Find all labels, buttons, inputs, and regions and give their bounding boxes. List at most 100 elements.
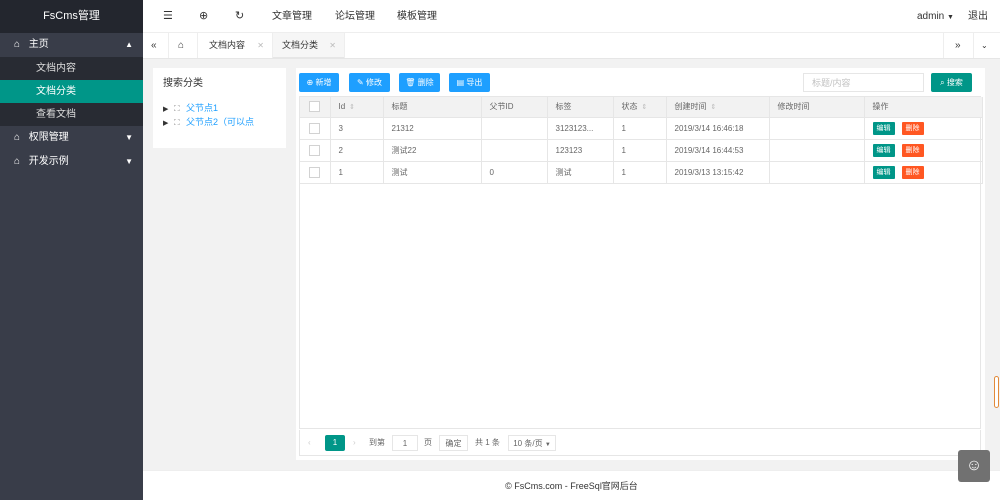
tab-doc-content[interactable]: 文档内容 ✕ bbox=[200, 33, 273, 58]
export-button[interactable]: ▤ 导出 bbox=[449, 73, 490, 92]
close-icon[interactable]: ✕ bbox=[257, 33, 264, 58]
column-header-tag: 标签 bbox=[547, 97, 614, 118]
menu-forum[interactable]: 论坛管理 bbox=[335, 0, 375, 33]
cell-actions: 编辑 删除 bbox=[864, 117, 983, 140]
row-delete-button[interactable]: 删除 bbox=[901, 143, 924, 157]
sidebar-item-doc-content[interactable]: 文档内容 bbox=[0, 57, 143, 80]
menu-article[interactable]: 文章管理 bbox=[272, 0, 312, 33]
row-checkbox[interactable] bbox=[300, 161, 331, 184]
row-delete-button[interactable]: 删除 bbox=[901, 165, 924, 179]
row-checkbox[interactable] bbox=[300, 139, 331, 162]
sidebar-item-doc-category[interactable]: 文档分类 bbox=[0, 80, 143, 103]
chevron-down-icon[interactable]: ⌄ bbox=[981, 33, 988, 58]
add-button-label: 新增 bbox=[315, 78, 332, 87]
globe-icon[interactable]: ⊕ bbox=[199, 0, 208, 33]
table-row: 1 测试 0 测试 1 2019/3/13 13:15:42 编辑 删除 bbox=[300, 161, 983, 184]
row-edit-button[interactable]: 编辑 bbox=[872, 143, 895, 157]
page-number-current[interactable]: 1 bbox=[325, 435, 345, 451]
row-edit-button[interactable]: 编辑 bbox=[872, 121, 895, 135]
tabs-scroll-right-icon[interactable]: » bbox=[955, 33, 961, 58]
search-icon: ⌕ bbox=[940, 78, 945, 87]
cell-created: 2019/3/14 16:46:18 bbox=[666, 117, 770, 140]
category-tree: ▶ ⛶ 父节点1 ▶ ⛶ 父节点2（可以点 bbox=[163, 101, 281, 129]
pencil-icon: ✎ bbox=[357, 78, 364, 87]
footer: © FsCms.com - FreeSql官网后台 bbox=[143, 470, 1000, 500]
cell-tag: 3123123... bbox=[547, 117, 614, 140]
sort-icon[interactable]: ⇕ bbox=[349, 104, 355, 111]
plus-circle-icon: ⊕ bbox=[306, 78, 314, 87]
category-title: 搜索分类 bbox=[163, 78, 203, 89]
export-button-label: 导出 bbox=[466, 78, 483, 87]
data-table: Id ⇕ 标题 父节ID 标签 状态 ⇕ 创建时间 ⇕ 修改时间 操作 3 21312… bbox=[299, 96, 983, 429]
page-jump-input[interactable]: 1 bbox=[392, 435, 418, 451]
cell-id: 2 bbox=[330, 139, 384, 162]
main-content: ⊕ 新增 ✎ 修改 🗑 删除 ▤ 导出 ⌕ 搜索 Id⇕ 标题 父节ID 标签 … bbox=[296, 68, 985, 460]
menu-template[interactable]: 模板管理 bbox=[397, 0, 437, 33]
page-size-select[interactable]: 10 条/页 ▼ bbox=[508, 435, 556, 451]
menu-toggle-icon[interactable]: ☰ bbox=[163, 0, 173, 33]
refresh-icon[interactable]: ↻ bbox=[235, 0, 244, 33]
goto-label: 到第 bbox=[369, 438, 385, 447]
row-delete-button[interactable]: 删除 bbox=[901, 121, 924, 135]
confirm-button[interactable]: 确定 bbox=[439, 435, 468, 451]
tab-doc-category[interactable]: 文档分类 ✕ bbox=[273, 33, 345, 59]
sidebar: FsCms管理 ⌂ 主页 ▲ 文档内容 文档分类 查看文档 ⌂ 权限管理 ▼ ⌂… bbox=[0, 0, 143, 500]
sidebar-item-dev-examples[interactable]: ⌂ 开发示例 ▼ bbox=[0, 150, 143, 174]
tree-node[interactable]: ▶ ⛶ 父节点2（可以点 bbox=[163, 115, 281, 129]
cell-parent: 0 bbox=[481, 161, 548, 184]
search-button[interactable]: ⌕ 搜索 bbox=[931, 73, 972, 92]
sidebar-submenu: 文档内容 文档分类 查看文档 bbox=[0, 57, 143, 126]
column-header-modified: 修改时间 bbox=[769, 97, 865, 118]
column-header-actions: 操作 bbox=[864, 97, 983, 118]
triangle-right-icon[interactable]: ▶ bbox=[163, 117, 174, 129]
cell-status: 1 bbox=[613, 139, 667, 162]
cell-actions: 编辑 删除 bbox=[864, 139, 983, 162]
column-header-title: 标题 bbox=[383, 97, 482, 118]
close-icon[interactable]: ✕ bbox=[329, 33, 336, 58]
edit-button-label: 修改 bbox=[365, 78, 382, 87]
logout-link[interactable]: 退出 bbox=[968, 0, 988, 33]
caret-down-icon: ▼ bbox=[947, 14, 954, 21]
select-all-checkbox[interactable] bbox=[300, 97, 331, 118]
column-header-created[interactable]: 创建时间 ⇕ bbox=[666, 97, 770, 118]
cell-modified bbox=[769, 139, 865, 162]
cell-created: 2019/3/14 16:44:53 bbox=[666, 139, 770, 162]
cell-modified bbox=[769, 161, 865, 184]
chat-icon[interactable]: ☺ bbox=[958, 450, 990, 482]
tabs-scroll-left-icon[interactable]: « bbox=[151, 33, 157, 58]
delete-button[interactable]: 🗑 删除 bbox=[399, 73, 440, 92]
expand-icon: ⛶ bbox=[174, 104, 180, 113]
sidebar-item-label: 主页 bbox=[28, 39, 49, 50]
next-page-icon[interactable]: › bbox=[353, 435, 356, 451]
scrollbar-thumb[interactable] bbox=[994, 376, 999, 408]
cell-id: 3 bbox=[330, 117, 384, 140]
sidebar-item-home[interactable]: ⌂ 主页 ▲ bbox=[0, 33, 143, 57]
export-icon: ▤ bbox=[456, 78, 465, 87]
cell-title: 21312 bbox=[383, 117, 482, 140]
edit-button[interactable]: ✎ 修改 bbox=[349, 73, 390, 92]
column-header-id[interactable]: Id ⇕ bbox=[330, 97, 384, 118]
sort-icon[interactable]: ⇕ bbox=[642, 104, 648, 111]
add-button[interactable]: ⊕ 新增 bbox=[299, 73, 339, 92]
sort-icon[interactable]: ⇕ bbox=[711, 104, 717, 111]
username: admin bbox=[917, 11, 945, 22]
triangle-right-icon[interactable]: ▶ bbox=[163, 103, 174, 115]
row-checkbox[interactable] bbox=[300, 117, 331, 140]
prev-page-icon[interactable]: ‹ bbox=[308, 435, 311, 451]
cell-tag: 123123 bbox=[547, 139, 614, 162]
home-tab-icon[interactable]: ⌂ bbox=[178, 33, 184, 58]
table-header-row: Id ⇕ 标题 父节ID 标签 状态 ⇕ 创建时间 ⇕ 修改时间 操作 bbox=[300, 97, 983, 118]
cell-status: 1 bbox=[613, 117, 667, 140]
tab-label: 文档分类 bbox=[282, 40, 319, 50]
tree-node[interactable]: ▶ ⛶ 父节点1 bbox=[163, 101, 281, 115]
trash-icon: 🗑 bbox=[405, 78, 416, 87]
row-edit-button[interactable]: 编辑 bbox=[872, 165, 895, 179]
search-input[interactable] bbox=[803, 73, 924, 92]
cell-modified bbox=[769, 117, 865, 140]
home-icon: ⌂ bbox=[14, 156, 21, 167]
sidebar-item-permissions[interactable]: ⌂ 权限管理 ▼ bbox=[0, 126, 143, 150]
column-header-status[interactable]: 状态 ⇕ bbox=[613, 97, 667, 118]
sidebar-item-view-doc[interactable]: 查看文档 bbox=[0, 103, 143, 126]
user-menu[interactable]: admin ▼ bbox=[917, 0, 954, 33]
home-icon: ⌂ bbox=[14, 39, 21, 50]
